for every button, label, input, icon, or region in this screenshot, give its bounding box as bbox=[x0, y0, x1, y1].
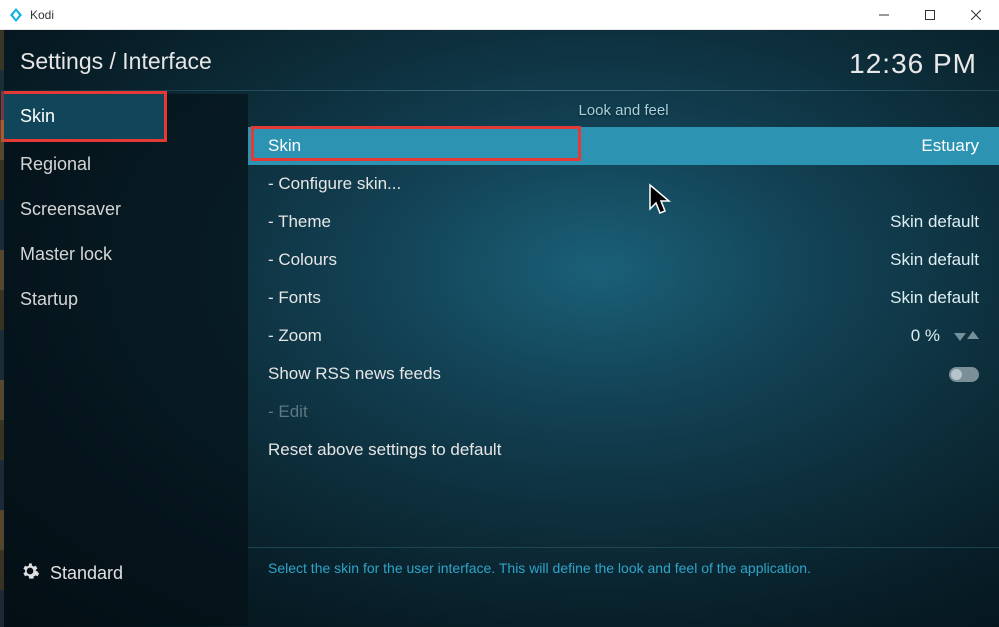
breadcrumb: Settings / Interface bbox=[20, 48, 212, 75]
setting-reset-defaults[interactable]: Reset above settings to default bbox=[248, 431, 999, 469]
kodi-logo-icon bbox=[8, 7, 24, 23]
setting-label: - Edit bbox=[268, 402, 308, 422]
setting-configure-skin[interactable]: - Configure skin... bbox=[248, 165, 999, 203]
window-title: Kodi bbox=[30, 8, 861, 22]
setting-value: Estuary bbox=[921, 136, 979, 156]
sidebar-item-master-lock[interactable]: Master lock bbox=[4, 232, 248, 277]
setting-label: - Zoom bbox=[268, 326, 322, 346]
setting-colours[interactable]: - Colours Skin default bbox=[248, 241, 999, 279]
setting-theme[interactable]: - Theme Skin default bbox=[248, 203, 999, 241]
setting-value: Skin default bbox=[890, 288, 979, 308]
maximize-button[interactable] bbox=[907, 0, 953, 29]
main-panel: Look and feel Skin Estuary - Configure s… bbox=[248, 94, 999, 626]
sidebar-item-regional[interactable]: Regional bbox=[4, 142, 248, 187]
settings-level-label: Standard bbox=[50, 563, 123, 584]
settings-level-button[interactable]: Standard bbox=[4, 547, 248, 626]
setting-fonts[interactable]: - Fonts Skin default bbox=[248, 279, 999, 317]
section-title: Look and feel bbox=[248, 94, 999, 127]
clock: 12:36 PM bbox=[849, 48, 977, 80]
stepper-arrows-icon[interactable] bbox=[954, 331, 979, 341]
setting-skin[interactable]: Skin Estuary bbox=[248, 127, 999, 165]
setting-label: - Theme bbox=[268, 212, 331, 232]
setting-label: Reset above settings to default bbox=[268, 440, 501, 460]
setting-value: Skin default bbox=[890, 212, 979, 232]
setting-zoom[interactable]: - Zoom 0 % bbox=[248, 317, 999, 355]
setting-rss-toggle[interactable]: Show RSS news feeds bbox=[248, 355, 999, 393]
setting-label: - Configure skin... bbox=[268, 174, 401, 194]
sidebar-item-screensaver[interactable]: Screensaver bbox=[4, 187, 248, 232]
help-text: Select the skin for the user interface. … bbox=[248, 547, 999, 626]
app-body: Settings / Interface 12:36 PM Skin Regio… bbox=[0, 30, 999, 627]
decorative-edge bbox=[0, 30, 4, 627]
setting-label: Skin bbox=[268, 136, 301, 156]
content: Skin Regional Screensaver Master lock St… bbox=[0, 94, 999, 626]
setting-label: Show RSS news feeds bbox=[268, 364, 441, 384]
sidebar-item-skin[interactable]: Skin bbox=[4, 94, 164, 139]
window-controls bbox=[861, 0, 999, 29]
setting-label: - Fonts bbox=[268, 288, 321, 308]
setting-label: - Colours bbox=[268, 250, 337, 270]
header: Settings / Interface 12:36 PM bbox=[0, 30, 999, 90]
close-button[interactable] bbox=[953, 0, 999, 29]
setting-edit: - Edit bbox=[248, 393, 999, 431]
window-titlebar: Kodi bbox=[0, 0, 999, 30]
highlight-box-sidebar: Skin bbox=[1, 91, 167, 142]
sidebar-item-startup[interactable]: Startup bbox=[4, 277, 248, 322]
setting-value: Skin default bbox=[890, 250, 979, 270]
zoom-controls: 0 % bbox=[911, 326, 979, 346]
setting-value: 0 % bbox=[911, 326, 940, 346]
toggle-off-icon[interactable] bbox=[949, 367, 979, 382]
minimize-button[interactable] bbox=[861, 0, 907, 29]
gear-icon bbox=[20, 561, 40, 586]
sidebar: Skin Regional Screensaver Master lock St… bbox=[0, 94, 248, 626]
